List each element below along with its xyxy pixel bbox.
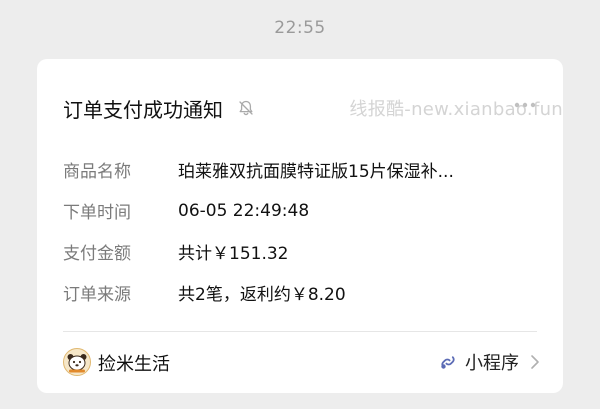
field-label: 下单时间 — [63, 203, 131, 223]
field-value: 共2笔，返利约￥8.20 — [178, 285, 346, 305]
field-label: 订单来源 — [63, 285, 131, 305]
field-value: 珀莱雅双抗面膜特证版15片保湿补... — [178, 162, 454, 182]
field-row-order-source: 订单来源 共2笔，返利约￥8.20 — [63, 272, 543, 313]
card-footer[interactable]: 捡米生活 小程序 — [37, 332, 563, 393]
mini-program-link[interactable]: 小程序 — [438, 348, 541, 376]
field-label: 商品名称 — [63, 162, 131, 182]
order-fields: 商品名称 珀莱雅双抗面膜特证版15片保湿补... 下单时间 06-05 22:4… — [63, 149, 543, 313]
field-value: 06-05 22:49:48 — [178, 200, 310, 221]
card-header: 订单支付成功通知 — [63, 93, 255, 123]
field-label: 支付金额 — [63, 244, 131, 264]
field-row-order-time: 下单时间 06-05 22:49:48 — [63, 190, 543, 231]
field-row-product: 商品名称 珀莱雅双抗面膜特证版15片保湿补... — [63, 149, 543, 190]
chevron-right-icon — [531, 355, 539, 369]
mini-program-link-icon — [441, 356, 455, 369]
app-logo-icon — [63, 348, 91, 376]
more-icon[interactable] — [511, 95, 539, 115]
field-value: 共计￥151.32 — [178, 244, 289, 264]
mini-program-label: 小程序 — [465, 353, 519, 374]
card-title: 订单支付成功通知 — [63, 97, 223, 122]
field-row-payment-amount: 支付金额 共计￥151.32 — [63, 231, 543, 272]
message-timestamp: 22:55 — [274, 18, 326, 38]
bell-muted-icon — [239, 100, 253, 116]
notification-card[interactable]: 订单支付成功通知 线报酷-new.xianbao.fun 商品名称 珀莱雅双抗面… — [37, 59, 563, 393]
app-name: 捡米生活 — [98, 354, 170, 375]
